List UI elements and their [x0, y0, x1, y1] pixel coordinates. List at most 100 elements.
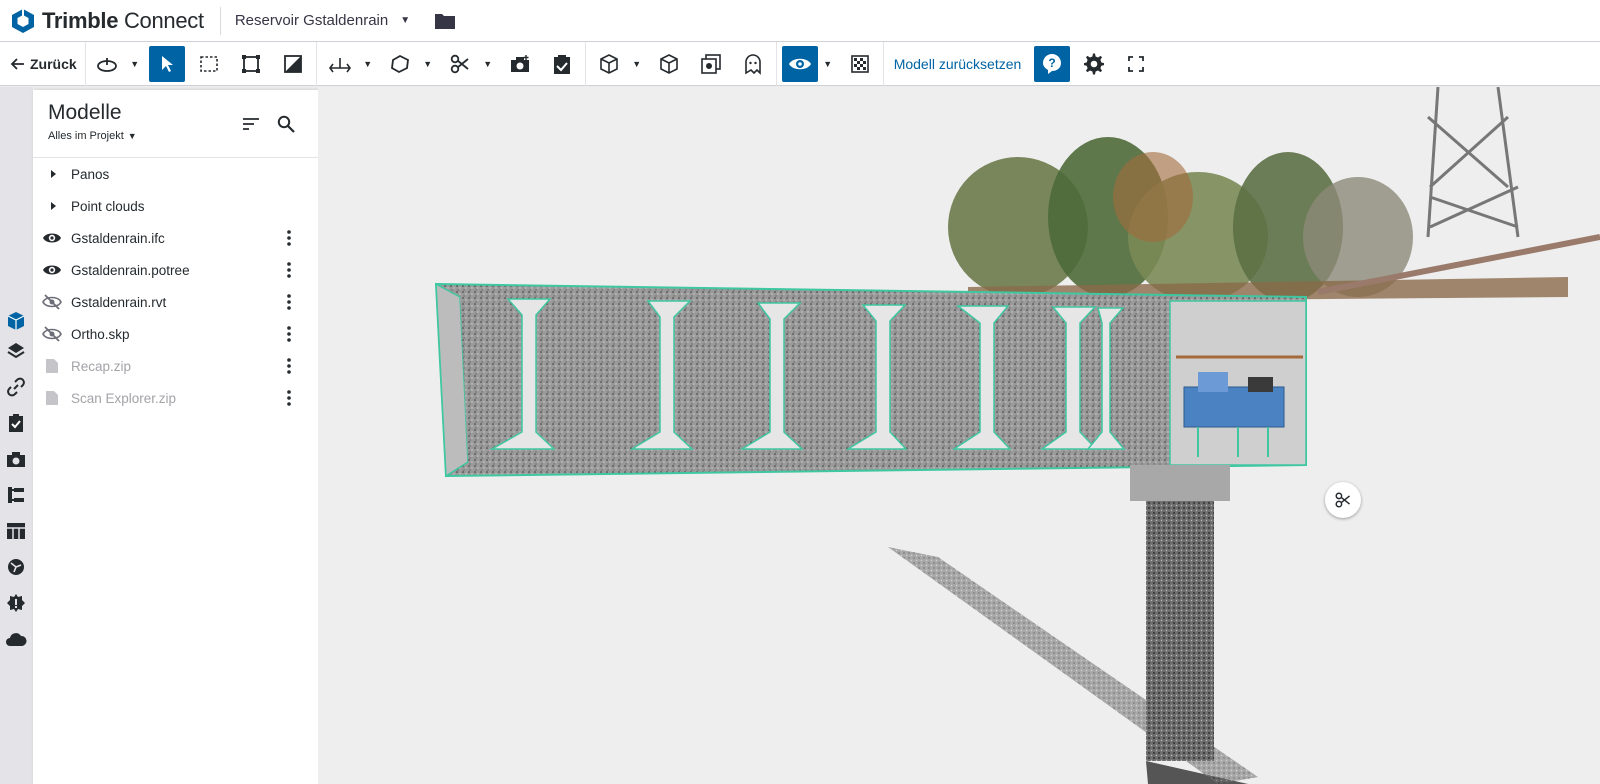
- more-options-icon[interactable]: [280, 229, 298, 247]
- rail-extensions[interactable]: [4, 591, 28, 615]
- box-select-button[interactable]: [191, 46, 227, 82]
- folder-label: Point clouds: [71, 198, 145, 214]
- brand[interactable]: Trimble Connect: [0, 0, 204, 42]
- model-tree: Panos Point clouds Gstaldenrain.ifc Gsta…: [33, 158, 318, 414]
- add-view-button[interactable]: [502, 46, 538, 82]
- section-dropdown-caret[interactable]: ▼: [481, 46, 495, 82]
- layers-view-button[interactable]: [693, 46, 729, 82]
- visibility-button[interactable]: [781, 45, 818, 82]
- rail-table[interactable]: [4, 519, 28, 543]
- select-tool-button[interactable]: [148, 45, 185, 82]
- markup-button[interactable]: [382, 46, 418, 82]
- folder-row[interactable]: Panos: [33, 158, 318, 190]
- project-selector[interactable]: Reservoir Gstaldenrain ▼: [235, 12, 410, 29]
- add-todo-button[interactable]: [544, 46, 580, 82]
- render-mode-button[interactable]: [275, 46, 311, 82]
- stacked-frames-icon: [700, 53, 721, 74]
- rail-views[interactable]: [4, 447, 28, 471]
- viewer-toolbar: Zurück ▼ ▼ ▼ ▼ ▼ ▼ Modell zurücksetzen ?: [0, 41, 1600, 86]
- models-cube-icon: [7, 312, 25, 330]
- rail-tree[interactable]: [4, 483, 28, 507]
- scope-label: Alles im Projekt: [48, 130, 124, 142]
- more-options-icon[interactable]: [280, 389, 298, 407]
- orbit-dropdown-caret[interactable]: ▼: [128, 46, 142, 82]
- rail-links[interactable]: [4, 375, 28, 399]
- object-view-button[interactable]: [591, 46, 627, 82]
- ghost-mode-button[interactable]: [735, 46, 771, 82]
- ortho-button[interactable]: [651, 46, 687, 82]
- object-view-dropdown-caret[interactable]: ▼: [630, 46, 644, 82]
- 3d-viewport[interactable]: [318, 87, 1600, 784]
- help-question-icon: ?: [1043, 53, 1062, 74]
- model-row[interactable]: Ortho.skp: [33, 318, 318, 350]
- markup-dropdown-caret[interactable]: ▼: [421, 46, 435, 82]
- folder-row[interactable]: Point clouds: [33, 190, 318, 222]
- expand-triangle-icon[interactable]: [33, 169, 71, 179]
- rail-globe[interactable]: [4, 555, 28, 579]
- reset-model-button[interactable]: Modell zurücksetzen: [886, 56, 1032, 72]
- section-plane-handle[interactable]: [1325, 482, 1361, 518]
- brand-prefix: Trimble: [42, 7, 119, 33]
- measure-dropdown-caret[interactable]: ▼: [361, 46, 375, 82]
- eye-off-icon[interactable]: [33, 294, 71, 310]
- rail-cloud[interactable]: [4, 627, 28, 651]
- file-icon: [33, 390, 71, 406]
- model-row[interactable]: Gstaldenrain.potree: [33, 254, 318, 286]
- eye-icon[interactable]: [33, 263, 71, 277]
- back-button[interactable]: Zurück: [0, 41, 86, 86]
- clipboard-check-icon: [9, 414, 23, 432]
- model-label: Scan Explorer.zip: [71, 390, 177, 406]
- clipboard-plus-icon: [553, 54, 570, 74]
- measure-axes-icon: [328, 57, 351, 72]
- more-options-icon[interactable]: [280, 293, 298, 311]
- tree-canopy: [948, 137, 1568, 302]
- search-button[interactable]: [274, 112, 298, 136]
- top-bar: Trimble Connect Reservoir Gstaldenrain ▼: [0, 0, 1600, 42]
- model-row[interactable]: Gstaldenrain.rvt: [33, 286, 318, 318]
- model-row[interactable]: Recap.zip: [33, 350, 318, 382]
- more-options-icon[interactable]: [280, 325, 298, 343]
- fullscreen-button[interactable]: [1118, 46, 1154, 82]
- layers-icon: [7, 343, 25, 359]
- model-label: Recap.zip: [71, 358, 132, 374]
- expand-triangle-icon[interactable]: [33, 201, 71, 211]
- orbit-button[interactable]: [89, 46, 125, 82]
- sort-button[interactable]: [239, 112, 263, 136]
- eye-icon[interactable]: [33, 231, 71, 245]
- table-icon: [7, 523, 25, 539]
- grid-transparency-button[interactable]: [842, 46, 878, 82]
- eye-off-icon[interactable]: [33, 326, 71, 342]
- pointer-icon: [161, 55, 173, 72]
- reservoir-section: [434, 282, 1307, 478]
- settings-button[interactable]: [1076, 46, 1112, 82]
- panel-title: Modelle: [48, 101, 122, 124]
- camera-icon: [7, 452, 25, 467]
- folder-icon[interactable]: [434, 12, 456, 30]
- model-row[interactable]: Gstaldenrain.ifc: [33, 222, 318, 254]
- model-label: Ortho.skp: [71, 326, 130, 342]
- ghost-icon: [744, 53, 761, 75]
- toolbar-divider: [315, 41, 317, 86]
- chevron-down-icon: ▼: [400, 15, 411, 26]
- left-rail: [0, 87, 33, 784]
- rail-models[interactable]: [4, 309, 28, 333]
- section-tool-button[interactable]: [442, 46, 478, 82]
- settings-gear-icon: [7, 594, 25, 612]
- scope-selector[interactable]: Alles im Projekt ▼: [48, 130, 137, 142]
- model-label: Gstaldenrain.rvt: [71, 294, 167, 310]
- fit-bounds-button[interactable]: [233, 46, 269, 82]
- cloud-icon: [6, 633, 27, 646]
- visibility-dropdown-caret[interactable]: ▼: [821, 46, 835, 82]
- measure-button[interactable]: [322, 46, 358, 82]
- fullscreen-icon: [1128, 55, 1145, 72]
- arrow-left-icon: [10, 57, 24, 70]
- more-options-icon[interactable]: [280, 357, 298, 375]
- rail-todos[interactable]: [4, 411, 28, 435]
- cube-half-icon: [659, 53, 678, 74]
- rail-layers[interactable]: [4, 339, 28, 363]
- model-row[interactable]: Scan Explorer.zip: [33, 382, 318, 414]
- help-button[interactable]: ?: [1034, 45, 1071, 82]
- more-options-icon[interactable]: [280, 261, 298, 279]
- tree-structure-icon: [8, 487, 24, 503]
- sort-icon: [243, 118, 259, 130]
